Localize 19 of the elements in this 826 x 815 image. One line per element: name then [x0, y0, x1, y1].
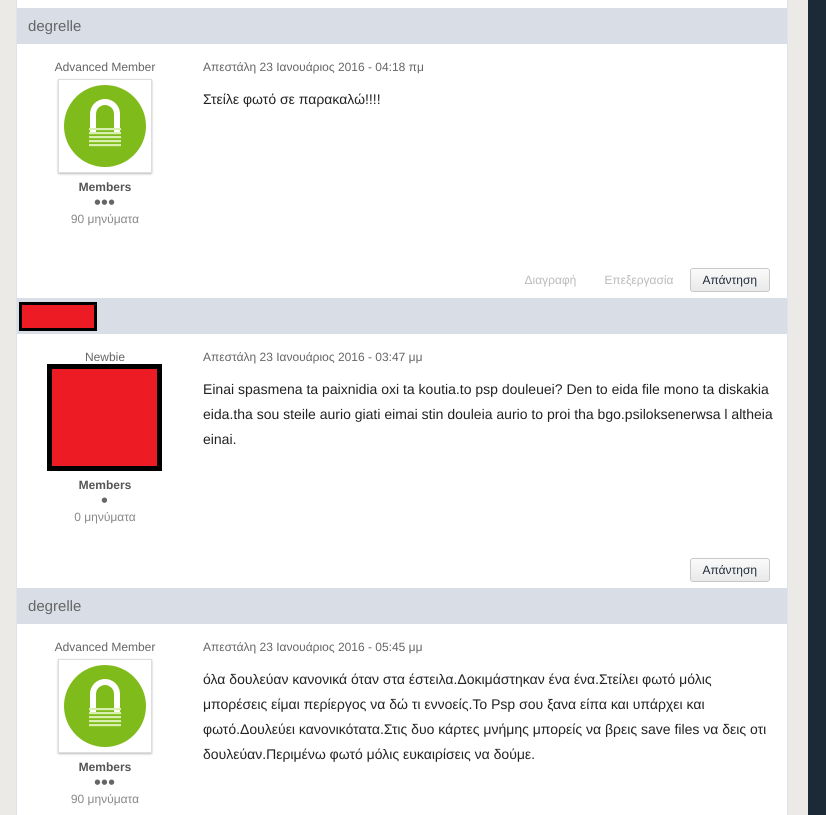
member-group: Members [78, 180, 132, 194]
post-count: 90 μηνύματα [70, 792, 140, 806]
reply-button[interactable]: Απάντηση [690, 268, 770, 292]
post-date: Απεστάλη 23 Ιανουάριος 2016 - 05:45 μμ [202, 640, 424, 654]
author-name[interactable]: degrelle [16, 18, 82, 34]
reply-button[interactable]: Απάντηση [690, 558, 770, 582]
post-body: Einai spasmena ta paixnidia oxi ta koutia.to psp douleuei? Den to eida file mono ta diskakia eida.tha sou steile aurio giati eimai stin douleia aurio to proi tha bgo.psiloksenerwsa l altheia einai. [202, 380, 774, 449]
author-name[interactable]: degrelle [16, 598, 82, 614]
post-date: Απεστάλη 23 Ιανουάριος 2016 - 03:47 μμ [202, 350, 424, 364]
member-group: Members [78, 760, 132, 774]
post-count: 0 μηνύματα [74, 510, 136, 524]
member-rank: Newbie [84, 350, 125, 364]
post-count: 90 μηνύματα [70, 212, 140, 226]
member-group: Members [78, 478, 132, 492]
member-rank: Advanced Member [54, 60, 156, 74]
post-body: Στείλε φωτό σε παρακαλώ!!!! [202, 90, 382, 109]
member-rank: Advanced Member [54, 640, 156, 654]
post-date: Απεστάλη 23 Ιανουάριος 2016 - 04:18 πμ [202, 60, 425, 74]
post-body: όλα δουλεύαν κανονικά όταν στα έστειλα.Δοκιμάστηκαν ένα ένα.Στείλει φωτό μόλις μπορέσεις είμαι περίεργος να δώ τι εννοείς.Το Psp σου ξανα είπα και υπάρχει και φωτό.Δουλεύει κανονικότατα.Στις δυο κάρτες μνήμης μπορείς να βρεις save files να δεις οτι δουλεύαν.Περιμένω φωτό μόλις ευκαιρίσεις να δούμε. [202, 670, 768, 764]
